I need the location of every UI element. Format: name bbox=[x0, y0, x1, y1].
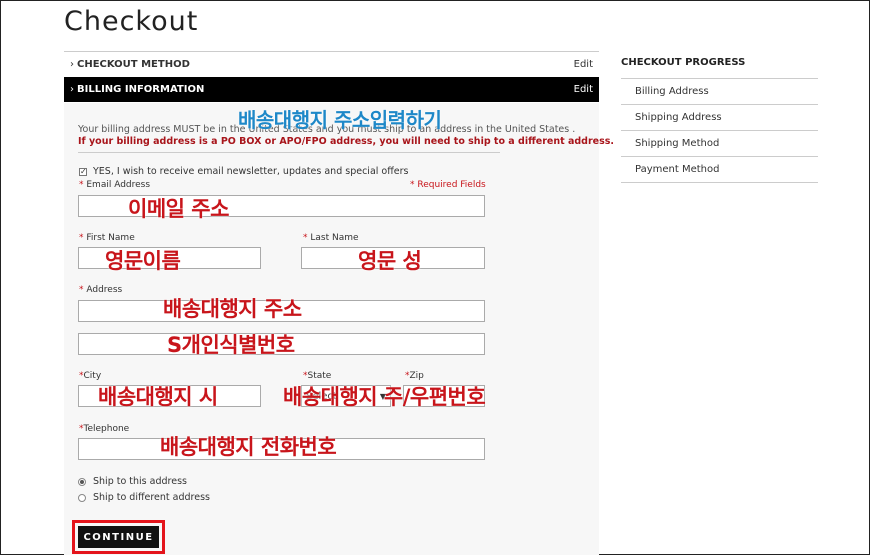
first-name-label: * First Name bbox=[79, 233, 135, 243]
edit-link[interactable]: Edit bbox=[574, 84, 593, 95]
city-label: *City bbox=[79, 371, 102, 381]
page-title: Checkout bbox=[64, 6, 199, 37]
annotation-header: 배송대행지 주소입력하기 bbox=[238, 108, 442, 132]
annotation-phone: 배송대행지 전화번호 bbox=[160, 435, 337, 459]
last-name-label: * Last Name bbox=[303, 233, 359, 243]
sidebar-item-payment-method[interactable]: Payment Method bbox=[621, 157, 818, 183]
email-label: * Email Address bbox=[79, 180, 151, 190]
step-label: BILLING INFORMATION bbox=[77, 84, 205, 95]
ship-option-label: Ship to this address bbox=[93, 476, 187, 487]
sidebar-item-billing-address[interactable]: Billing Address bbox=[621, 79, 818, 105]
sidebar-item-shipping-address[interactable]: Shipping Address bbox=[621, 105, 818, 131]
annotation-email: 이메일 주소 bbox=[128, 197, 229, 221]
sidebar-title: CHECKOUT PROGRESS bbox=[621, 57, 818, 79]
po-box-notice: If your billing address is a PO BOX or A… bbox=[78, 136, 615, 147]
step-label: CHECKOUT METHOD bbox=[77, 58, 190, 70]
checkout-steps: › CHECKOUT METHOD Edit › BILLING INFORMATI… bbox=[64, 51, 599, 102]
ship-to-this-address-radio[interactable] bbox=[78, 478, 86, 486]
zip-label: *Zip bbox=[405, 371, 424, 381]
address-label: * Address bbox=[79, 285, 123, 295]
annotation-city: 배송대행지 시 bbox=[98, 385, 218, 409]
ship-option-label: Ship to different address bbox=[93, 492, 210, 503]
newsletter-label: YES, I wish to receive email newsletter,… bbox=[93, 166, 409, 177]
chevron-right-icon: › bbox=[70, 58, 74, 70]
newsletter-checkbox[interactable]: ✓ bbox=[79, 168, 87, 176]
edit-link[interactable]: Edit bbox=[574, 59, 593, 70]
step-billing-information[interactable]: › BILLING INFORMATION Edit bbox=[64, 77, 599, 102]
telephone-label: *Telephone bbox=[79, 424, 130, 434]
sidebar-item-shipping-method[interactable]: Shipping Method bbox=[621, 131, 818, 157]
chevron-right-icon: › bbox=[70, 84, 74, 95]
step-checkout-method[interactable]: › CHECKOUT METHOD Edit bbox=[64, 51, 599, 76]
annotation-last-name: 영문 성 bbox=[358, 249, 422, 273]
continue-button[interactable]: CONTINUE bbox=[78, 526, 159, 548]
annotation-first-name: 영문이름 bbox=[105, 249, 181, 273]
required-fields-note: * Required Fields bbox=[410, 180, 486, 190]
divider bbox=[78, 152, 500, 153]
annotation-address1: 배송대행지 주소 bbox=[163, 297, 302, 321]
checkout-progress: CHECKOUT PROGRESS Billing Address Shippi… bbox=[621, 57, 818, 183]
ship-to-different-address-radio[interactable] bbox=[78, 494, 86, 502]
state-label: *State bbox=[303, 371, 332, 381]
annotation-state-zip: 배송대행지 주/우편번호 bbox=[283, 385, 486, 409]
continue-highlight: CONTINUE bbox=[72, 520, 165, 554]
annotation-address2: S개인식별번호 bbox=[167, 333, 295, 357]
